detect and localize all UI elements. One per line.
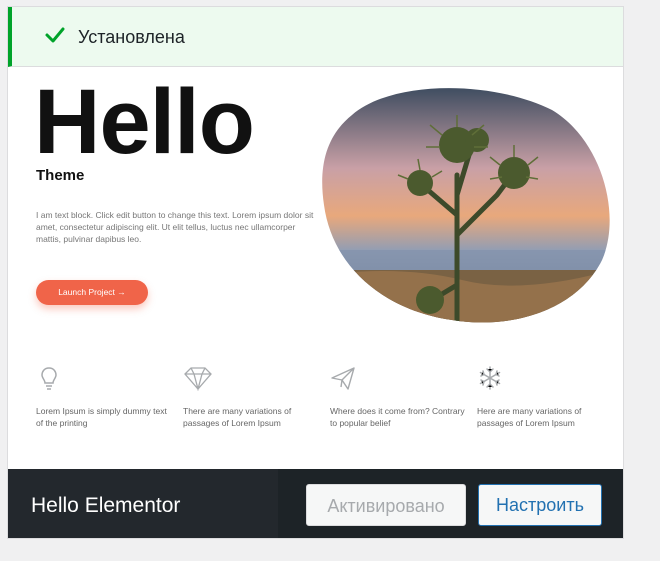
snowflake-icon bbox=[479, 366, 501, 390]
feature-text: There are many variations of passages of… bbox=[183, 406, 292, 428]
preview-body-text: I am text block. Click edit button to ch… bbox=[36, 210, 314, 244]
feature-text: Here are many variations of passages of … bbox=[477, 406, 582, 428]
diamond-icon bbox=[184, 367, 212, 391]
check-icon bbox=[45, 27, 65, 43]
theme-screenshot[interactable]: Hello Theme I am text block. Click edit … bbox=[8, 67, 623, 469]
feature-item: Lorem Ipsum is simply dummy text of the … bbox=[36, 365, 176, 429]
preview-title: Hello bbox=[34, 71, 255, 173]
customize-button[interactable]: Настроить bbox=[478, 484, 602, 526]
feature-item: There are many variations of passages of… bbox=[183, 365, 323, 429]
theme-card: Установлена Hello Theme I am text block.… bbox=[7, 6, 624, 539]
activated-button: Активировано bbox=[306, 484, 466, 526]
feature-text: Lorem Ipsum is simply dummy text of the … bbox=[36, 406, 167, 428]
theme-actions-bar: Hello Elementor Активировано Настроить bbox=[8, 469, 623, 538]
feature-item: Where does it come from? Contrary to pop… bbox=[330, 365, 470, 429]
feature-item: Here are many variations of passages of … bbox=[477, 365, 617, 429]
notice-text: Установлена bbox=[78, 27, 185, 47]
preview-photo bbox=[322, 88, 610, 323]
preview-subtitle: Theme bbox=[36, 167, 85, 184]
theme-name: Hello Elementor bbox=[31, 494, 181, 517]
theme-name-box: Hello Elementor bbox=[8, 469, 278, 538]
feature-text: Where does it come from? Contrary to pop… bbox=[330, 406, 465, 428]
launch-project-button: Launch Project → bbox=[36, 280, 148, 305]
lightbulb-icon bbox=[41, 367, 57, 390]
installed-notice: Установлена bbox=[8, 7, 623, 67]
paper-plane-icon bbox=[331, 367, 355, 390]
